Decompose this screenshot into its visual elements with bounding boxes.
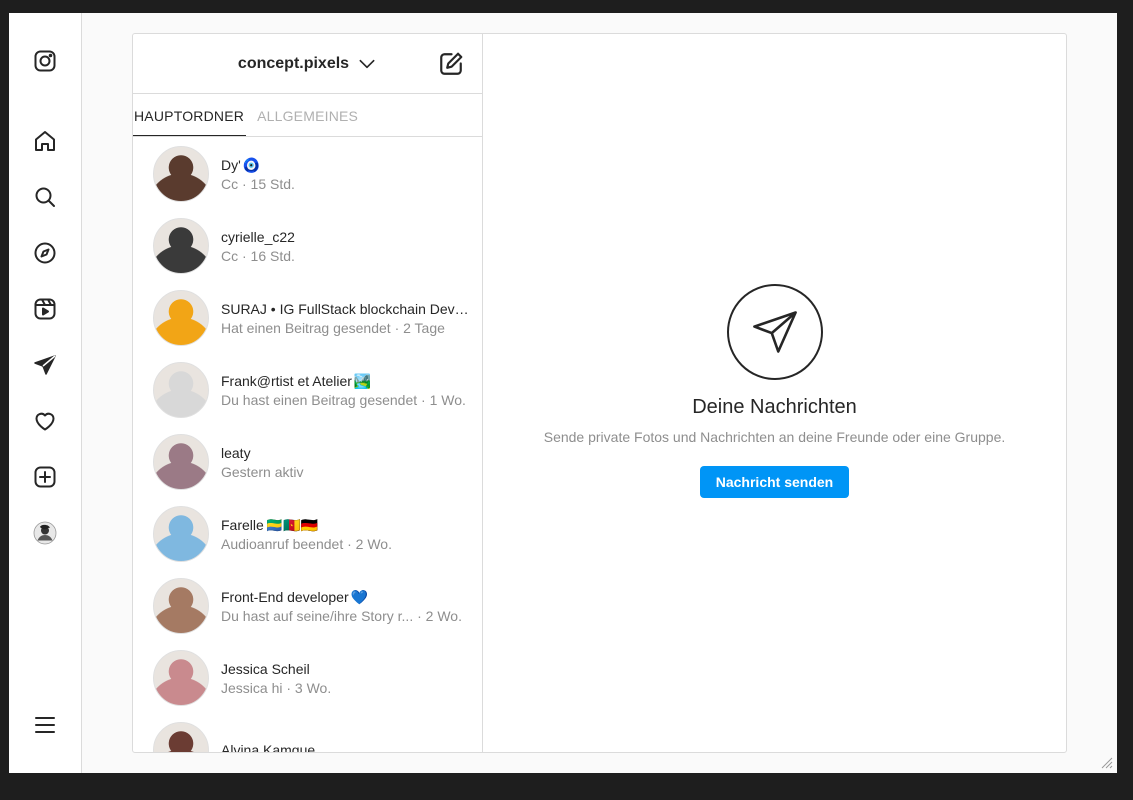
thread-meta: SURAJ • IG FullStack blockchain Develope… <box>221 300 471 337</box>
thread-preview: Audioanruf beendet · 2 Wo. <box>221 535 392 552</box>
resize-grip-icon[interactable] <box>1099 755 1113 769</box>
thread-meta: leaty Gestern aktiv <box>221 444 471 481</box>
thread-meta: Frank@rtist et Atelier 🏞️ Du hast einen Be… <box>221 372 471 409</box>
thread-meta: Alvina Kamgue <box>221 741 471 753</box>
thread-row[interactable]: Farelle 🇬🇦🇨🇲🇩🇪 Audioanruf beendet · 2 Wo. <box>133 498 483 570</box>
new-message-button[interactable] <box>438 51 464 77</box>
account-name: concept.pixels <box>237 54 350 72</box>
thread-preview: Du hast auf seine/ihre Story r... · 2 Wo… <box>221 607 462 624</box>
thread-name: SURAJ • IG FullStack blockchain Develope… <box>221 300 471 317</box>
thread-name-emoji: 💙 <box>350 588 369 605</box>
thread-avatar <box>153 362 209 418</box>
inbox-header: concept.pixels <box>133 34 482 94</box>
explore-icon[interactable] <box>31 239 59 267</box>
create-icon[interactable] <box>31 463 59 491</box>
thread-preview: Cc · 16 Std. <box>221 247 295 264</box>
paper-plane-icon <box>752 311 797 353</box>
thread-meta: Dy' 🧿 Cc · 15 Std. <box>221 156 471 193</box>
thread-row[interactable]: cyrielle_c22 Cc · 16 Std. <box>133 210 483 282</box>
thread-avatar <box>153 434 209 490</box>
thread-preview: Du hast einen Beitrag gesendet · 1 Wo. <box>221 391 466 408</box>
account-switcher[interactable]: concept.pixels <box>238 54 377 74</box>
thread-meta: Farelle 🇬🇦🇨🇲🇩🇪 Audioanruf beendet · 2 Wo. <box>221 516 471 553</box>
thread-name: Front-End developer 💙 <box>221 588 369 605</box>
thread-name: leaty <box>221 444 251 461</box>
notifications-heart-icon[interactable] <box>31 407 59 435</box>
thread-name-flags: 🇬🇦🇨🇲🇩🇪 <box>265 516 319 533</box>
thread-row[interactable]: leaty Gestern aktiv <box>133 426 483 498</box>
profile-avatar[interactable] <box>31 519 59 547</box>
thread-name: Frank@rtist et Atelier 🏞️ <box>221 372 372 389</box>
instagram-logo-icon[interactable] <box>31 47 59 75</box>
menu-icon[interactable] <box>31 711 59 739</box>
send-circle <box>726 284 823 380</box>
thread-avatar <box>153 722 209 752</box>
thread-name: Jessica Scheil <box>221 660 310 677</box>
empty-state-title: Deine Nachrichten <box>692 396 857 418</box>
compose-edit-icon <box>440 52 463 75</box>
app-window: concept.pixels HAUPTORDNER ALLGEMEINES D… <box>9 13 1117 773</box>
thread-meta: Front-End developer 💙 Du hast auf seine/ih… <box>221 588 471 625</box>
conversation-pane: Deine Nachrichten Sende private Fotos un… <box>483 34 1066 752</box>
thread-name: cyrielle_c22 <box>221 228 295 245</box>
thread-preview: Gestern aktiv <box>221 463 304 480</box>
thread-row[interactable]: Jessica Scheil Jessica hi · 3 Wo. <box>133 642 483 714</box>
thread-avatar <box>153 218 209 274</box>
thread-avatar <box>153 506 209 562</box>
thread-name: Dy' 🧿 <box>221 156 261 173</box>
thread-meta: cyrielle_c22 Cc · 16 Std. <box>221 228 471 265</box>
messages-icon[interactable] <box>31 351 59 379</box>
tab-hauptordner[interactable]: HAUPTORDNER <box>133 94 247 136</box>
thread-row[interactable]: Frank@rtist et Atelier 🏞️ Du hast einen Be… <box>133 354 483 426</box>
thread-row[interactable]: SURAJ • IG FullStack blockchain Develope… <box>133 282 483 354</box>
search-icon[interactable] <box>31 183 59 211</box>
thread-name: Farelle 🇬🇦🇨🇲🇩🇪 <box>221 516 319 533</box>
empty-state: Deine Nachrichten Sende private Fotos un… <box>483 284 1066 498</box>
inbox-panel: concept.pixels HAUPTORDNER ALLGEMEINES D… <box>132 33 1067 753</box>
thread-preview: Jessica hi · 3 Wo. <box>221 679 332 696</box>
thread-preview: Hat einen Beitrag gesendet · 2 Tage <box>221 319 445 336</box>
thread-preview: Cc · 15 Std. <box>221 175 295 192</box>
thread-avatar <box>153 290 209 346</box>
thread-name: Alvina Kamgue <box>221 741 316 753</box>
thread-avatar <box>153 578 209 634</box>
thread-row[interactable]: Alvina Kamgue <box>133 714 483 753</box>
folder-tabs: HAUPTORDNER ALLGEMEINES <box>133 94 482 137</box>
thread-name-emoji: 🧿 <box>242 156 261 173</box>
thread-meta: Jessica Scheil Jessica hi · 3 Wo. <box>221 660 471 697</box>
thread-avatar <box>153 650 209 706</box>
thread-avatar <box>153 146 209 202</box>
tab-allgemeines[interactable]: ALLGEMEINES <box>256 94 358 136</box>
empty-state-subtitle: Sende private Fotos und Nachrichten an d… <box>543 429 1006 445</box>
send-message-button[interactable]: Nachricht senden <box>699 466 850 498</box>
nav-rail <box>9 13 82 773</box>
thread-list: Dy' 🧿 Cc · 15 Std. cyrielle_c22 Cc · 16 Std.… <box>133 138 483 753</box>
home-icon[interactable] <box>31 127 59 155</box>
chevron-down-icon <box>359 59 375 68</box>
thread-name-emoji: 🏞️ <box>353 372 372 389</box>
reels-icon[interactable] <box>31 295 59 323</box>
thread-row[interactable]: Dy' 🧿 Cc · 15 Std. <box>133 138 483 210</box>
thread-list-pane: concept.pixels HAUPTORDNER ALLGEMEINES D… <box>133 34 483 753</box>
thread-row[interactable]: Front-End developer 💙 Du hast auf seine/ih… <box>133 570 483 642</box>
